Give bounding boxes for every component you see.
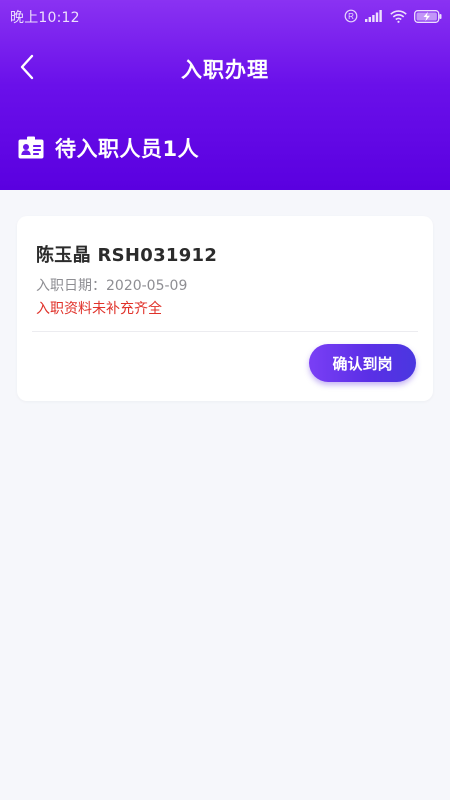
onboarding-date: 入职日期：2020-05-09	[36, 278, 188, 294]
status-time: 晚上10:12	[10, 10, 80, 26]
wifi-icon	[390, 9, 407, 23]
svg-text:R: R	[348, 12, 354, 21]
battery-charging-icon	[414, 9, 442, 23]
signal-icon	[365, 10, 383, 22]
employee-name-id: 陈玉晶 RSH031912	[36, 245, 218, 266]
card-divider	[32, 331, 418, 332]
confirm-arrival-button[interactable]: 确认到岗	[309, 344, 416, 382]
pending-summary: 待入职人员1人	[18, 132, 199, 164]
registered-icon: R	[344, 9, 358, 23]
navigation-bar: 入职办理	[0, 48, 450, 90]
page-title: 入职办理	[181, 58, 269, 82]
id-card-icon	[18, 136, 44, 160]
employee-card: 陈玉晶 RSH031912 入职日期：2020-05-09 入职资料未补充齐全 …	[17, 216, 433, 401]
status-icons: R	[344, 6, 442, 26]
onboarding-screen: 晚上10:12 R 入职办理 待入职人员1人 陈玉晶 RSH031912 入职日…	[0, 0, 450, 800]
status-bar: 晚上10:12 R	[0, 0, 450, 32]
pending-count-text: 待入职人员1人	[55, 137, 200, 161]
header-banner: 晚上10:12 R 入职办理 待入职人员1人	[0, 0, 450, 190]
incomplete-docs-warning: 入职资料未补充齐全	[36, 301, 162, 317]
